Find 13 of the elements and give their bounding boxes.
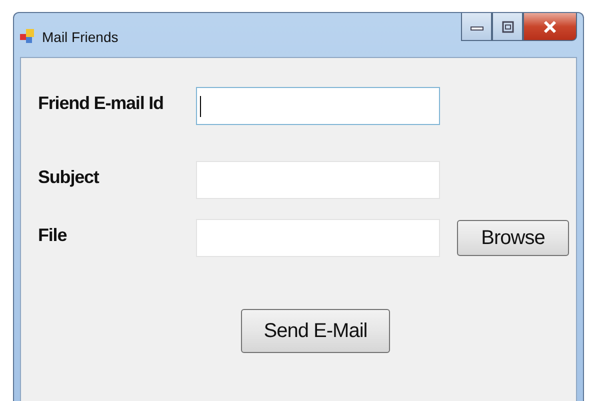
browse-button[interactable]: Browse bbox=[457, 220, 569, 256]
field-label: Subject bbox=[38, 166, 99, 188]
app-icon bbox=[20, 28, 36, 44]
maximize-icon bbox=[502, 20, 514, 32]
send-button[interactable]: Send E-Mail bbox=[241, 309, 390, 353]
minimize-button[interactable] bbox=[461, 13, 492, 41]
maximize-button[interactable] bbox=[492, 13, 523, 41]
window-title: Mail Friends bbox=[42, 29, 118, 45]
field-label: File bbox=[38, 224, 67, 246]
field-label: Friend E-mail Id bbox=[38, 92, 164, 114]
close-icon bbox=[543, 20, 557, 34]
input-field[interactable] bbox=[196, 87, 440, 125]
close-button[interactable] bbox=[523, 13, 577, 41]
